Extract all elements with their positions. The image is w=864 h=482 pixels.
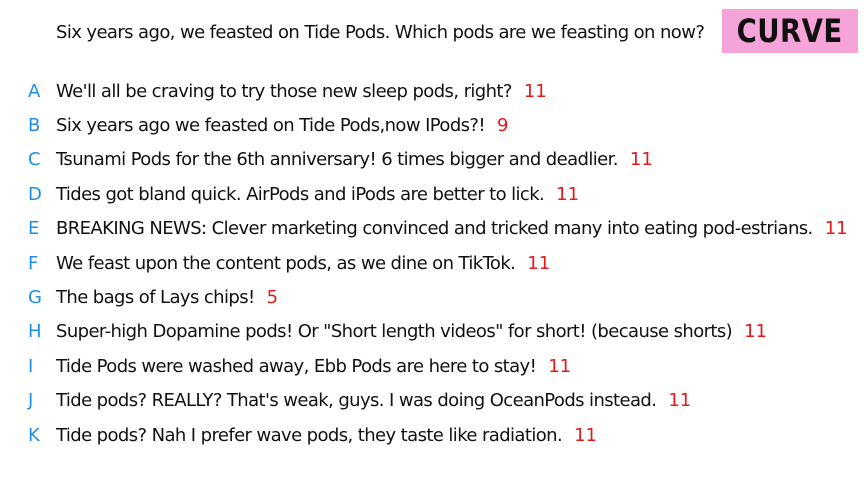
answer-letter: G [28,287,42,309]
answer-text: Tide Pods were washed away, Ebb Pods are… [56,355,537,377]
answer-row-c: C Tsunami Pods for the 6th anniversary! … [0,143,864,177]
answer-row-b: B Six years ago we feasted on Tide Pods,… [0,108,864,142]
answer-content: Tsunami Pods for the 6th anniversary! 6 … [56,149,653,170]
answer-list: A We'll all be craving to try those new … [0,74,864,452]
answer-letter: I [28,355,34,377]
answer-letter: J [28,390,34,412]
answer-content: Tide pods? REALLY? That's weak, guys. I … [56,390,691,411]
answer-text: We feast upon the content pods, as we di… [56,252,516,274]
answer-score: 11 [744,321,767,343]
answer-row-a: A We'll all be craving to try those new … [0,74,864,108]
answer-row-j: J Tide pods? REALLY? That's weak, guys. … [0,384,864,418]
question-text: Six years ago, we feasted on Tide Pods. … [56,22,705,43]
answer-content: Six years ago we feasted on Tide Pods,no… [56,115,508,136]
answer-row-g: G The bags of Lays chips! 5 [0,280,864,314]
answer-score: 11 [523,80,547,102]
answer-score: 11 [824,218,848,240]
answer-letter: D [28,183,42,205]
answer-text: Tsunami Pods for the 6th anniversary! 6 … [56,149,619,171]
answer-letter: B [28,115,41,137]
answer-text: Tides got bland quick. AirPods and iPods… [56,183,545,205]
answer-row-d: D Tides got bland quick. AirPods and iPo… [0,177,864,211]
answer-score: 11 [548,355,572,377]
answer-content: BREAKING NEWS: Clever marketing convince… [56,218,848,239]
answer-row-i: I Tide Pods were washed away, Ebb Pods a… [0,349,864,383]
answer-letter: F [28,252,39,274]
answer-score: 11 [574,424,597,446]
curve-badge-label: CURVE [737,12,843,50]
answer-letter: C [28,149,41,171]
answer-row-e: E BREAKING NEWS: Clever marketing convin… [0,212,864,246]
answer-row-k: K Tide pods? Nah I prefer wave pods, the… [0,418,864,452]
answer-letter: H [28,321,42,343]
answer-content: Tides got bland quick. AirPods and iPods… [56,184,579,205]
answer-content: The bags of Lays chips! 5 [56,287,278,308]
answer-score: 11 [629,149,653,171]
answer-text: Super-high Dopamine pods! Or "Short leng… [56,321,733,343]
answer-content: Tide Pods were washed away, Ebb Pods are… [56,356,571,377]
answer-text: BREAKING NEWS: Clever marketing convince… [56,218,813,240]
answer-score: 9 [497,115,509,137]
answer-letter: K [28,424,40,446]
answer-content: We'll all be craving to try those new sl… [56,81,547,102]
answer-row-f: F We feast upon the content pods, as we … [0,246,864,280]
answer-letter: A [28,80,41,102]
answer-score: 11 [527,252,551,274]
answer-text: The bags of Lays chips! [56,287,255,309]
answer-letter: E [28,218,40,240]
answer-score: 5 [266,287,279,309]
answer-content: Super-high Dopamine pods! Or "Short leng… [56,321,767,342]
answer-text: Tide pods? REALLY? That's weak, guys. I … [56,390,657,412]
answer-content: We feast upon the content pods, as we di… [56,253,550,274]
answer-content: Tide pods? Nah I prefer wave pods, they … [56,425,597,446]
answer-score: 11 [668,390,692,412]
answer-text: Tide pods? Nah I prefer wave pods, they … [56,424,563,446]
answer-row-h: H Super-high Dopamine pods! Or "Short le… [0,315,864,349]
curve-badge: CURVE [722,9,858,53]
answer-score: 11 [556,183,580,205]
answer-text: Six years ago we feasted on Tide Pods,no… [56,115,486,137]
answer-text: We'll all be craving to try those new sl… [56,80,512,102]
